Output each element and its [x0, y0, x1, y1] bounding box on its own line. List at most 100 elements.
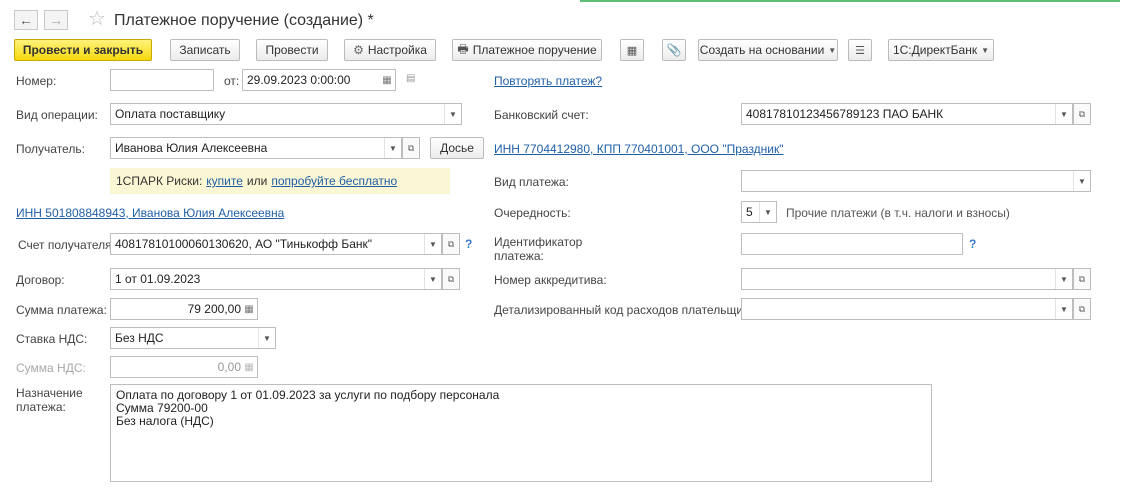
open-bank-account-button[interactable]: ⧉: [1073, 103, 1091, 125]
chevron-down-icon[interactable]: ▼: [1055, 299, 1072, 319]
chevron-down-icon[interactable]: ▼: [384, 138, 401, 158]
open-window-icon: ⧉: [1078, 273, 1086, 284]
priority-select[interactable]: 5 ▼: [741, 201, 777, 223]
chevron-down-icon[interactable]: ▼: [1055, 104, 1072, 124]
comment-icon[interactable]: ▤: [406, 73, 420, 85]
direct-bank-button[interactable]: 1С:ДиректБанк ▼: [888, 39, 994, 61]
person-inn-link[interactable]: ИНН 501808848943, Иванова Юлия Алексеевн…: [16, 206, 284, 220]
favorite-star-icon[interactable]: ☆: [88, 8, 106, 30]
document-list-icon: ☰: [855, 44, 865, 57]
open-contract-button[interactable]: ⧉: [442, 268, 460, 290]
print-payment-order-button[interactable]: 🖶 Платежное поручение: [452, 39, 602, 61]
contract-value: 1 от 01.09.2023: [115, 272, 201, 286]
open-expense-code-button[interactable]: ⧉: [1073, 298, 1091, 320]
spark-risks-banner: 1СПАРК Риски: купите или попробуйте бесп…: [110, 168, 450, 194]
gear-icon: ⚙: [353, 43, 364, 57]
paperclip-icon: 📎: [666, 43, 682, 57]
chevron-down-icon[interactable]: ▼: [1073, 171, 1090, 191]
chevron-down-icon[interactable]: ▼: [759, 202, 776, 222]
printer-icon: 🖶: [457, 41, 469, 56]
direct-bank-label: 1С:ДиректБанк: [892, 43, 978, 57]
number-input[interactable]: [110, 69, 214, 91]
calendar-icon[interactable]: ▦: [379, 70, 395, 90]
payment-id-input[interactable]: [741, 233, 963, 255]
recipient-account-select[interactable]: 40817810100060130620, АО "Тинькофф Банк"…: [110, 233, 442, 255]
calculator-icon[interactable]: ▦: [241, 299, 257, 319]
spark-or-text: или: [246, 174, 268, 188]
settings-button[interactable]: ⚙ Настройка: [344, 39, 436, 61]
spark-prefix: 1СПАРК Риски:: [116, 174, 203, 188]
save-label: Записать: [179, 43, 231, 57]
recipient-select[interactable]: Иванова Юлия Алексеевна ▼: [110, 137, 402, 159]
dossier-label: Досье: [440, 141, 474, 155]
payment-type-select[interactable]: ▼: [741, 170, 1091, 192]
payment-id-help-icon[interactable]: ?: [969, 237, 976, 251]
date-input[interactable]: 29.09.2023 0:00:00 ▦: [242, 69, 396, 91]
contract-label: Договор:: [16, 273, 65, 287]
amount-input[interactable]: 79 200,00 ▦: [110, 298, 258, 320]
recipient-value: Иванова Юлия Алексеевна: [115, 141, 268, 155]
letter-of-credit-label: Номер аккредитива:: [494, 273, 607, 287]
amount-value: 79 200,00: [187, 302, 241, 316]
repeat-payment-link[interactable]: Повторять платеж?: [494, 74, 602, 88]
create-based-on-button[interactable]: Создать на основании ▼: [698, 39, 838, 61]
chevron-down-icon[interactable]: ▼: [1055, 269, 1072, 289]
back-button[interactable]: ←: [14, 10, 38, 30]
payment-id-label-line2: платежа:: [494, 249, 544, 263]
recipient-inn-link[interactable]: ИНН 7704412980, КПП 770401001, ООО "Праз…: [494, 142, 784, 156]
vat-rate-value: Без НДС: [115, 331, 164, 345]
open-window-icon: ⧉: [447, 238, 455, 249]
expense-code-label: Детализированный код расходов плательщик…: [494, 303, 759, 317]
purpose-line: Сумма 79200-00: [116, 401, 208, 415]
chevron-down-icon[interactable]: ▼: [424, 234, 441, 254]
dossier-button[interactable]: Досье: [430, 137, 484, 159]
create-based-on-label: Создать на основании: [699, 43, 825, 57]
open-recipient-account-button[interactable]: ⧉: [442, 233, 460, 255]
post-label: Провести: [265, 43, 319, 57]
recipient-account-help-icon[interactable]: ?: [465, 237, 472, 251]
open-letter-of-credit-button[interactable]: ⧉: [1073, 268, 1091, 290]
reports-button[interactable]: ☰: [848, 39, 872, 61]
letter-of-credit-select[interactable]: ▼: [741, 268, 1073, 290]
priority-note: Прочие платежи (в т.ч. налоги и взносы): [786, 206, 1010, 220]
operation-label: Вид операции:: [16, 108, 98, 122]
open-window-icon: ⧉: [1078, 303, 1086, 314]
recipient-account-value: 40817810100060130620, АО "Тинькофф Банк": [115, 237, 373, 251]
post-and-close-button[interactable]: Провести и закрыть: [14, 39, 152, 61]
print-payment-order-label: Платежное поручение: [472, 43, 597, 57]
payment-type-label: Вид платежа:: [494, 175, 569, 189]
vat-amount-value: 0,00: [217, 360, 241, 374]
operation-select[interactable]: Оплата поставщику ▼: [110, 103, 462, 125]
chevron-down-icon[interactable]: ▼: [424, 269, 441, 289]
structure-button[interactable]: ▦: [620, 39, 644, 61]
payment-id-label-line1: Идентификатор: [494, 235, 583, 249]
purpose-textarea[interactable]: Оплата по договору 1 от 01.09.2023 за ус…: [110, 384, 932, 482]
chevron-down-icon[interactable]: ▼: [258, 328, 275, 348]
calculator-icon: ▦: [244, 361, 254, 373]
recipient-label: Получатель:: [16, 142, 85, 156]
open-window-icon: ⧉: [407, 142, 415, 153]
spark-buy-link[interactable]: купите: [206, 174, 243, 188]
vat-rate-select[interactable]: Без НДС ▼: [110, 327, 276, 349]
open-window-icon: ⧉: [447, 273, 455, 284]
forward-button[interactable]: →: [44, 10, 68, 30]
purpose-line: Оплата по договору 1 от 01.09.2023 за ус…: [116, 388, 500, 402]
open-recipient-button[interactable]: ⧉: [402, 137, 420, 159]
bank-account-select[interactable]: 40817810123456789123 ПАО БАНК ▼: [741, 103, 1073, 125]
date-value: 29.09.2023 0:00:00: [247, 73, 351, 87]
open-window-icon: ⧉: [1078, 108, 1086, 119]
contract-select[interactable]: 1 от 01.09.2023 ▼: [110, 268, 442, 290]
hierarchy-icon: ▦: [626, 44, 638, 57]
page-title: Платежное поручение (создание) *: [114, 12, 374, 29]
bank-account-value: 40817810123456789123 ПАО БАНК: [746, 107, 944, 121]
save-button[interactable]: Записать: [170, 39, 240, 61]
post-button[interactable]: Провести: [256, 39, 328, 61]
expense-code-select[interactable]: ▼: [741, 298, 1073, 320]
spark-try-link[interactable]: попробуйте бесплатно: [271, 174, 397, 188]
bank-account-label: Банковский счет:: [494, 108, 589, 122]
attach-files-button[interactable]: 📎: [662, 39, 686, 61]
chevron-down-icon[interactable]: ▼: [444, 104, 461, 124]
vat-rate-label: Ставка НДС:: [16, 332, 88, 346]
purpose-label-line1: Назначение: [16, 386, 83, 400]
vat-amount-input: 0,00 ▦: [110, 356, 258, 378]
